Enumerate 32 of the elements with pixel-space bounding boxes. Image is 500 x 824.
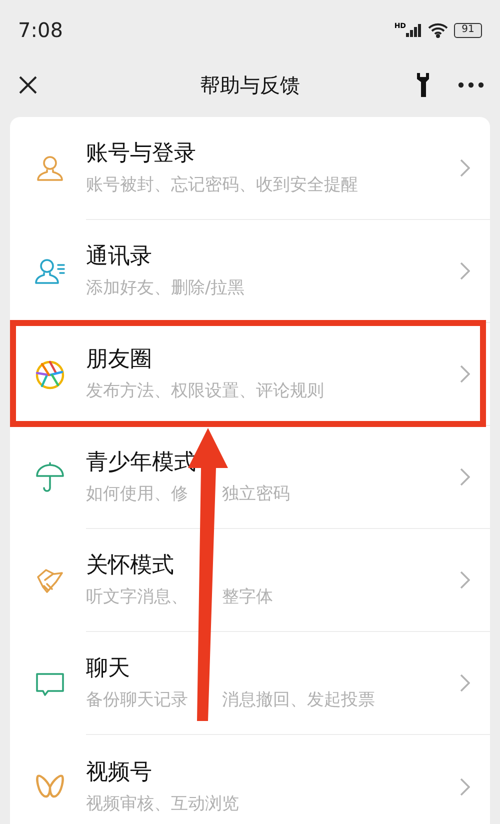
item-description: 添加好友、删除/拉黑 [86,277,245,299]
item-description: 消息撤回、发起投票 [222,689,375,711]
umbrella-icon [33,460,67,494]
item-title: 聊天 [86,655,131,683]
item-description: 视频审核、互动浏览 [86,792,239,814]
chevron-icon [460,467,470,487]
item-title: 账号与登录 [86,140,197,168]
signal-icon [406,23,422,37]
page-title: 帮助与反馈 [200,72,300,99]
chevron-icon [460,673,470,693]
item-title: 关怀模式 [86,552,175,580]
item-description: 听文字消息、 [86,586,188,608]
chevron-icon [460,364,470,384]
item-description: 整字体 [222,586,273,608]
close-icon [18,75,38,95]
chevron-icon [460,158,470,178]
item-description: 如何使用、修 [86,483,188,505]
item-description: 备份聊天记录 [86,689,188,711]
item-title: 朋友圈 [86,346,153,374]
battery-indicator: 91 [454,22,482,38]
chevron-icon [460,776,470,796]
more-icon [458,82,484,88]
wifi-icon [428,22,448,38]
item-title: 视频号 [86,758,153,786]
item-description: 发布方法、权限设置、评论规则 [86,380,324,402]
wrench-icon [416,73,430,97]
item-title: 通讯录 [86,243,153,271]
item-description: 账号被封、忘记密码、收到安全提醒 [86,174,358,196]
chevron-icon [460,570,470,590]
status-time: 7:08 [18,17,63,44]
chevron-icon [460,261,470,281]
item-description: 独立密码 [222,483,290,505]
